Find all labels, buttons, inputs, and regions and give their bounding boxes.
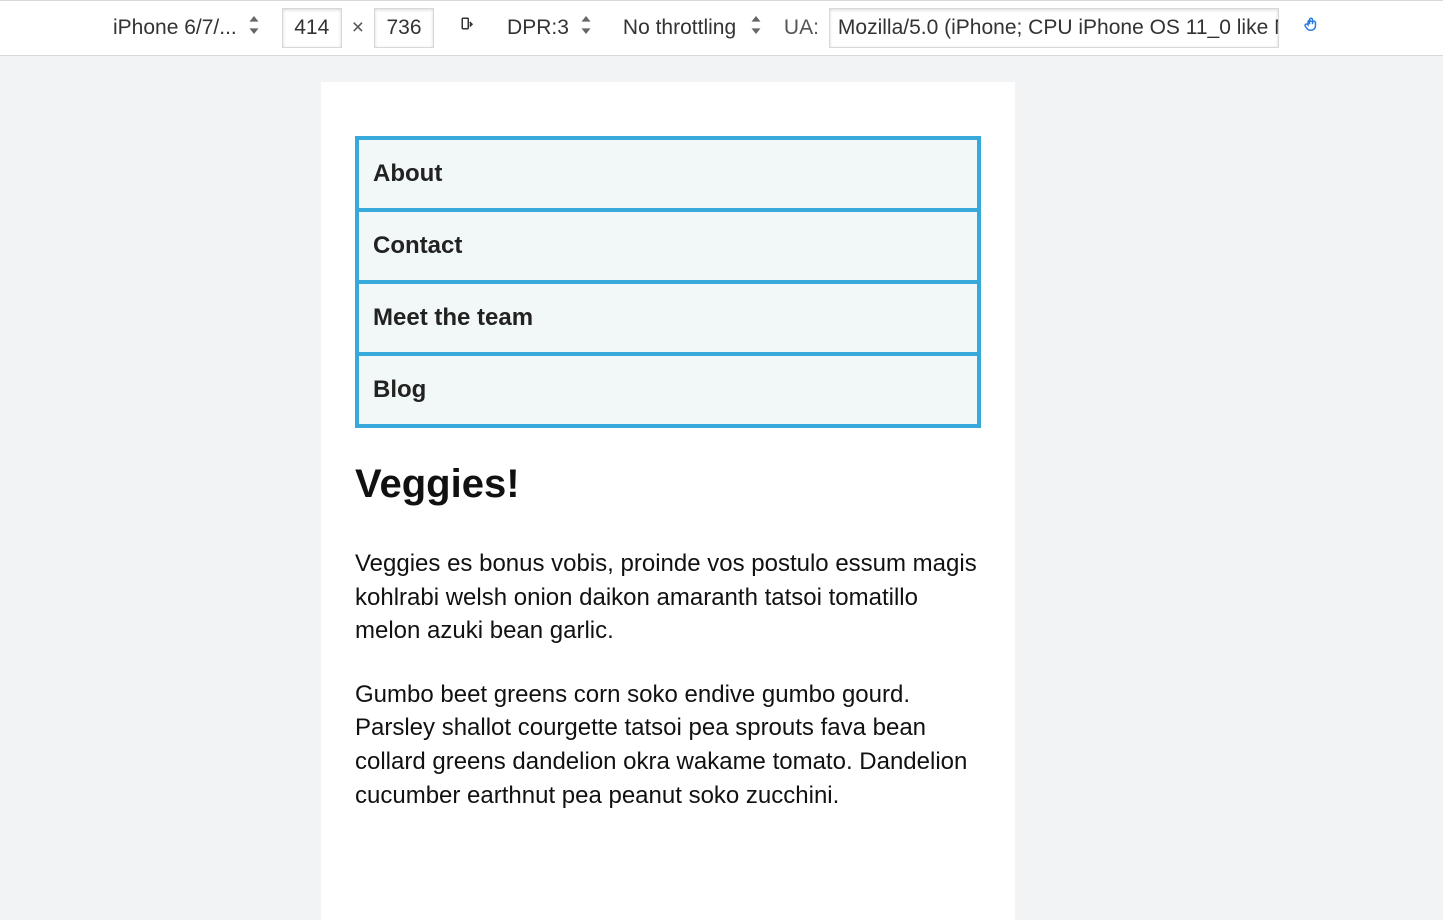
site-nav: About Contact Meet the team Blog — [355, 136, 981, 428]
dpr-select[interactable]: DPR: 3 — [498, 8, 604, 48]
touch-icon — [1302, 16, 1320, 40]
ua-input[interactable]: Mozilla/5.0 (iPhone; CPU iPhone OS 11_0 … — [829, 8, 1279, 48]
article-paragraph: Veggies es bonus vobis, proinde vos post… — [355, 547, 981, 648]
nav-item-contact[interactable]: Contact — [359, 212, 977, 284]
article: Veggies! Veggies es bonus vobis, proinde… — [355, 462, 981, 812]
ua-value: Mozilla/5.0 (iPhone; CPU iPhone OS 11_0 … — [838, 16, 1279, 40]
article-heading: Veggies! — [355, 462, 981, 507]
nav-item-meet-the-team[interactable]: Meet the team — [359, 284, 977, 356]
nav-item-label: About — [373, 160, 442, 187]
nav-item-label: Contact — [373, 232, 462, 259]
nav-item-about[interactable]: About — [359, 140, 977, 212]
rotate-button[interactable] — [444, 8, 488, 48]
dropdown-icon — [245, 16, 263, 40]
article-paragraph: Gumbo beet greens corn soko endive gumbo… — [355, 678, 981, 812]
device-select-label: iPhone 6/7/... — [113, 16, 237, 40]
device-toolbar: iPhone 6/7/... 414 × 736 DPR: 3 No throt… — [0, 0, 1443, 56]
nav-item-label: Meet the team — [373, 304, 533, 331]
rotate-icon — [457, 16, 475, 40]
throttling-select[interactable]: No throttling — [614, 8, 774, 48]
dropdown-icon — [577, 16, 595, 40]
dimension-x: × — [352, 16, 364, 40]
touch-toggle-button[interactable] — [1289, 8, 1333, 48]
nav-item-blog[interactable]: Blog — [359, 356, 977, 428]
dpr-label: DPR: — [507, 16, 557, 40]
height-value: 736 — [387, 16, 422, 40]
width-input[interactable]: 414 — [282, 8, 342, 48]
dpr-value: 3 — [557, 16, 569, 40]
page-content: About Contact Meet the team Blog Veggies… — [321, 82, 1015, 920]
throttling-label: No throttling — [623, 16, 736, 40]
device-select[interactable]: iPhone 6/7/... — [104, 8, 272, 48]
device-stage: About Contact Meet the team Blog Veggies… — [0, 56, 1443, 917]
dropdown-icon — [747, 16, 765, 40]
device-viewport[interactable]: About Contact Meet the team Blog Veggies… — [321, 82, 1015, 920]
ua-label: UA: — [784, 16, 819, 40]
nav-item-label: Blog — [373, 376, 426, 403]
width-value: 414 — [294, 16, 329, 40]
height-input[interactable]: 736 — [374, 8, 434, 48]
